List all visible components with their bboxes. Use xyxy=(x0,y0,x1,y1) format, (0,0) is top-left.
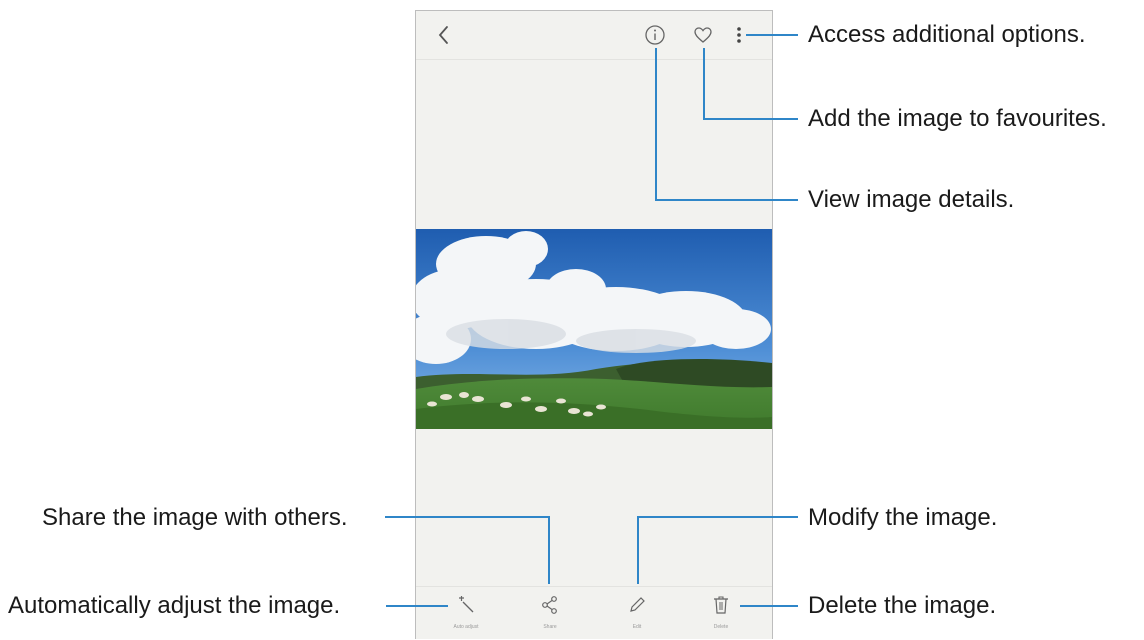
callout-line-share-h xyxy=(385,516,550,518)
phone-screen: Auto adjust Share Edit Delete xyxy=(415,10,773,639)
callout-more-options: Access additional options. xyxy=(808,21,1086,48)
trash-icon xyxy=(711,595,731,615)
callout-line-share xyxy=(548,516,550,584)
share-icon xyxy=(540,595,560,615)
more-vertical-icon[interactable] xyxy=(734,25,744,45)
callout-share: Share the image with others. xyxy=(42,504,348,531)
auto-adjust-button[interactable]: Auto adjust xyxy=(431,587,501,640)
callout-line-modify-h xyxy=(637,516,798,518)
bottom-toolbar: Auto adjust Share Edit Delete xyxy=(416,586,772,640)
callout-line-modify xyxy=(637,516,639,584)
heart-icon[interactable] xyxy=(693,25,713,45)
chevron-left-icon[interactable] xyxy=(434,23,454,47)
callout-modify: Modify the image. xyxy=(808,504,998,531)
pencil-icon xyxy=(627,595,647,615)
info-icon[interactable] xyxy=(644,24,666,46)
callout-delete: Delete the image. xyxy=(808,592,997,619)
landscape-photo[interactable] xyxy=(416,229,772,429)
callout-line-delete xyxy=(740,605,798,607)
auto-adjust-label: Auto adjust xyxy=(453,624,479,630)
edit-button[interactable]: Edit xyxy=(602,587,672,640)
share-button[interactable]: Share xyxy=(515,587,585,640)
edit-label: Edit xyxy=(632,624,642,630)
share-label: Share xyxy=(543,624,557,630)
callout-line-auto-adjust xyxy=(386,605,448,607)
magic-wand-icon xyxy=(456,595,476,615)
callout-line-details-h xyxy=(655,199,798,201)
callout-favourites: Add the image to favourites. xyxy=(808,105,1107,132)
delete-label: Delete xyxy=(713,624,729,630)
callout-line-details xyxy=(655,48,657,201)
callout-auto-adjust: Automatically adjust the image. xyxy=(8,592,341,619)
callout-line-favourites-h xyxy=(703,118,798,120)
callout-line-more xyxy=(746,34,798,36)
delete-button[interactable]: Delete xyxy=(686,587,756,640)
callout-line-favourites xyxy=(703,48,705,120)
callout-details: View image details. xyxy=(808,186,1015,213)
top-toolbar xyxy=(416,11,772,60)
